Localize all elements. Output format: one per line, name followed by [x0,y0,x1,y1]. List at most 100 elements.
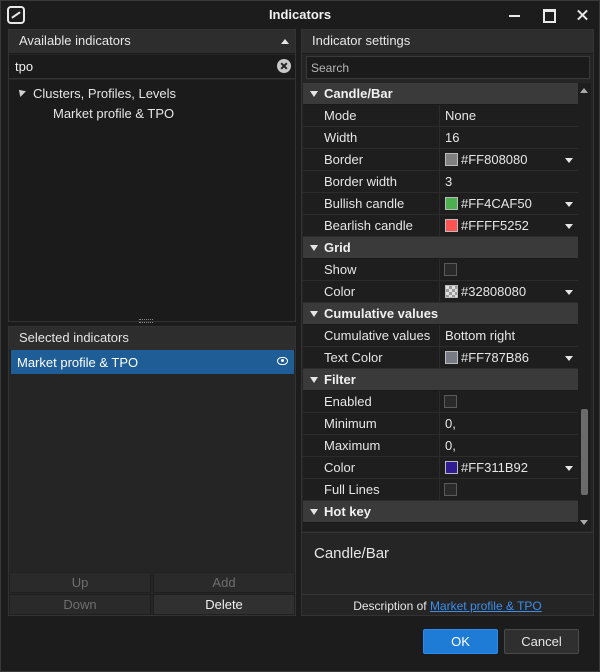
property-label: Full Lines [324,482,380,497]
property-row-text-color[interactable]: Text Color #FF787B86 [303,347,579,369]
category-grid[interactable]: Grid [303,237,579,259]
grid-color-picker[interactable]: #32808080 [439,281,579,302]
show-checkbox[interactable] [444,263,457,276]
width-value-text: 16 [445,130,460,145]
bearish-color-picker[interactable]: #FFFF5252 [439,215,579,236]
property-row-border-width[interactable]: Border width 3 [303,171,579,193]
add-button[interactable]: Add [153,572,295,593]
collapse-arrow-icon[interactable] [310,509,318,515]
indicator-search-value[interactable]: tpo [15,59,33,74]
maximize-button[interactable] [538,5,560,25]
minimum-input[interactable]: 0, [439,413,579,434]
collapse-arrow-icon[interactable] [310,91,318,97]
property-label: Color [324,284,356,299]
color-swatch [445,285,458,298]
collapse-arrow-icon[interactable] [310,245,318,251]
minimum-text: 0, [445,416,456,431]
property-row-minimum[interactable]: Minimum 0, [303,413,579,435]
property-row-filter-color[interactable]: Color #FF311B92 [303,457,579,479]
category-cumulative-values[interactable]: Cumulative values [303,303,579,325]
category-label: Cumulative values [324,306,439,321]
collapse-chevron-up-icon[interactable] [281,39,289,44]
dropdown-arrow-icon[interactable] [565,466,573,471]
title-bar[interactable]: Indicators [1,1,599,29]
dropdown-arrow-icon[interactable] [565,158,573,163]
scrollbar-thumb[interactable] [581,409,588,495]
settings-search-input[interactable] [307,57,589,78]
cancel-button[interactable]: Cancel [504,629,579,654]
collapse-arrow-icon[interactable] [310,377,318,383]
property-label: Cumulative values [324,328,431,343]
indicator-settings-panel: Indicator settings Candle/Bar Mode None … [301,29,594,616]
property-label: Bullish candle [324,196,405,211]
scroll-down-arrow-icon[interactable] [580,520,588,525]
minimize-button[interactable] [504,5,526,25]
collapse-arrow-icon[interactable] [310,311,318,317]
settings-search-field[interactable] [306,56,590,79]
mode-value-text: None [445,108,477,123]
property-label: Mode [324,108,357,123]
category-candle-bar[interactable]: Candle/Bar [303,83,579,105]
property-grid-scrollbar[interactable] [578,83,591,531]
available-indicators-header[interactable]: Available indicators [9,30,295,54]
border-color-picker[interactable]: #FF808080 [439,149,579,170]
delete-button[interactable]: Delete [153,594,295,615]
property-row-grid-color[interactable]: Color #32808080 [303,281,579,303]
tree-item-market-profile[interactable]: Market profile & TPO [53,106,174,121]
property-row-width[interactable]: Width 16 [303,127,579,149]
color-swatch [445,153,458,166]
mode-value[interactable]: None [439,105,579,126]
property-row-cumulative-values[interactable]: Cumulative values Bottom right [303,325,579,347]
property-row-maximum[interactable]: Maximum 0, [303,435,579,457]
bullish-color-picker[interactable]: #FF4CAF50 [439,193,579,214]
category-filter[interactable]: Filter [303,369,579,391]
selected-indicator-label: Market profile & TPO [17,355,139,370]
category-label: Filter [324,372,356,387]
property-description: Candle/Bar [302,532,593,594]
selected-indicator-row[interactable]: Market profile & TPO [11,350,294,374]
clear-search-icon[interactable] [277,59,291,73]
category-label: Candle/Bar [324,86,393,101]
text-color-picker[interactable]: #FF787B86 [439,347,579,368]
width-input[interactable]: 16 [439,127,579,148]
bearish-color-text: #FFFF5252 [461,218,529,233]
selected-indicators-header: Selected indicators [9,327,295,351]
border-width-input[interactable]: 3 [439,171,579,192]
category-hot-key[interactable]: Hot key [303,501,579,523]
property-row-enabled[interactable]: Enabled [303,391,579,413]
full-lines-checkbox[interactable] [444,483,457,496]
visibility-eye-icon[interactable] [277,357,288,365]
maximum-text: 0, [445,438,456,453]
color-swatch [445,197,458,210]
cumulative-values-select[interactable]: Bottom right [439,325,579,346]
dropdown-arrow-icon[interactable] [565,224,573,229]
down-button[interactable]: Down [9,594,151,615]
dropdown-arrow-icon[interactable] [565,356,573,361]
property-row-full-lines[interactable]: Full Lines [303,479,579,501]
maximum-input[interactable]: 0, [439,435,579,456]
dropdown-arrow-icon[interactable] [565,202,573,207]
cumulative-values-text: Bottom right [445,328,516,343]
property-row-border[interactable]: Border #FF808080 [303,149,579,171]
property-row-show[interactable]: Show [303,259,579,281]
panel-splitter-handle[interactable] [139,319,153,323]
filter-color-text: #FF311B92 [461,460,528,475]
scroll-up-arrow-icon[interactable] [580,88,588,93]
property-label: Show [324,262,357,277]
property-row-bullish[interactable]: Bullish candle #FF4CAF50 [303,193,579,215]
dropdown-arrow-icon[interactable] [565,290,573,295]
property-row-bearish[interactable]: Bearlish candle #FFFF5252 [303,215,579,237]
expand-arrow-icon[interactable] [16,87,26,97]
up-button[interactable]: Up [9,572,151,593]
filter-color-picker[interactable]: #FF311B92 [439,457,579,478]
indicator-search-input[interactable]: tpo [9,55,295,79]
selected-indicators-panel: Selected indicators Market profile & TPO… [8,326,296,616]
property-row-mode[interactable]: Mode None [303,105,579,127]
color-swatch [445,219,458,232]
ok-button[interactable]: OK [423,629,498,654]
description-prefix: Description of [353,599,427,613]
description-link[interactable]: Market profile & TPO [430,599,542,613]
close-button[interactable] [572,5,594,25]
show-value [439,259,579,280]
enabled-checkbox[interactable] [444,395,457,408]
